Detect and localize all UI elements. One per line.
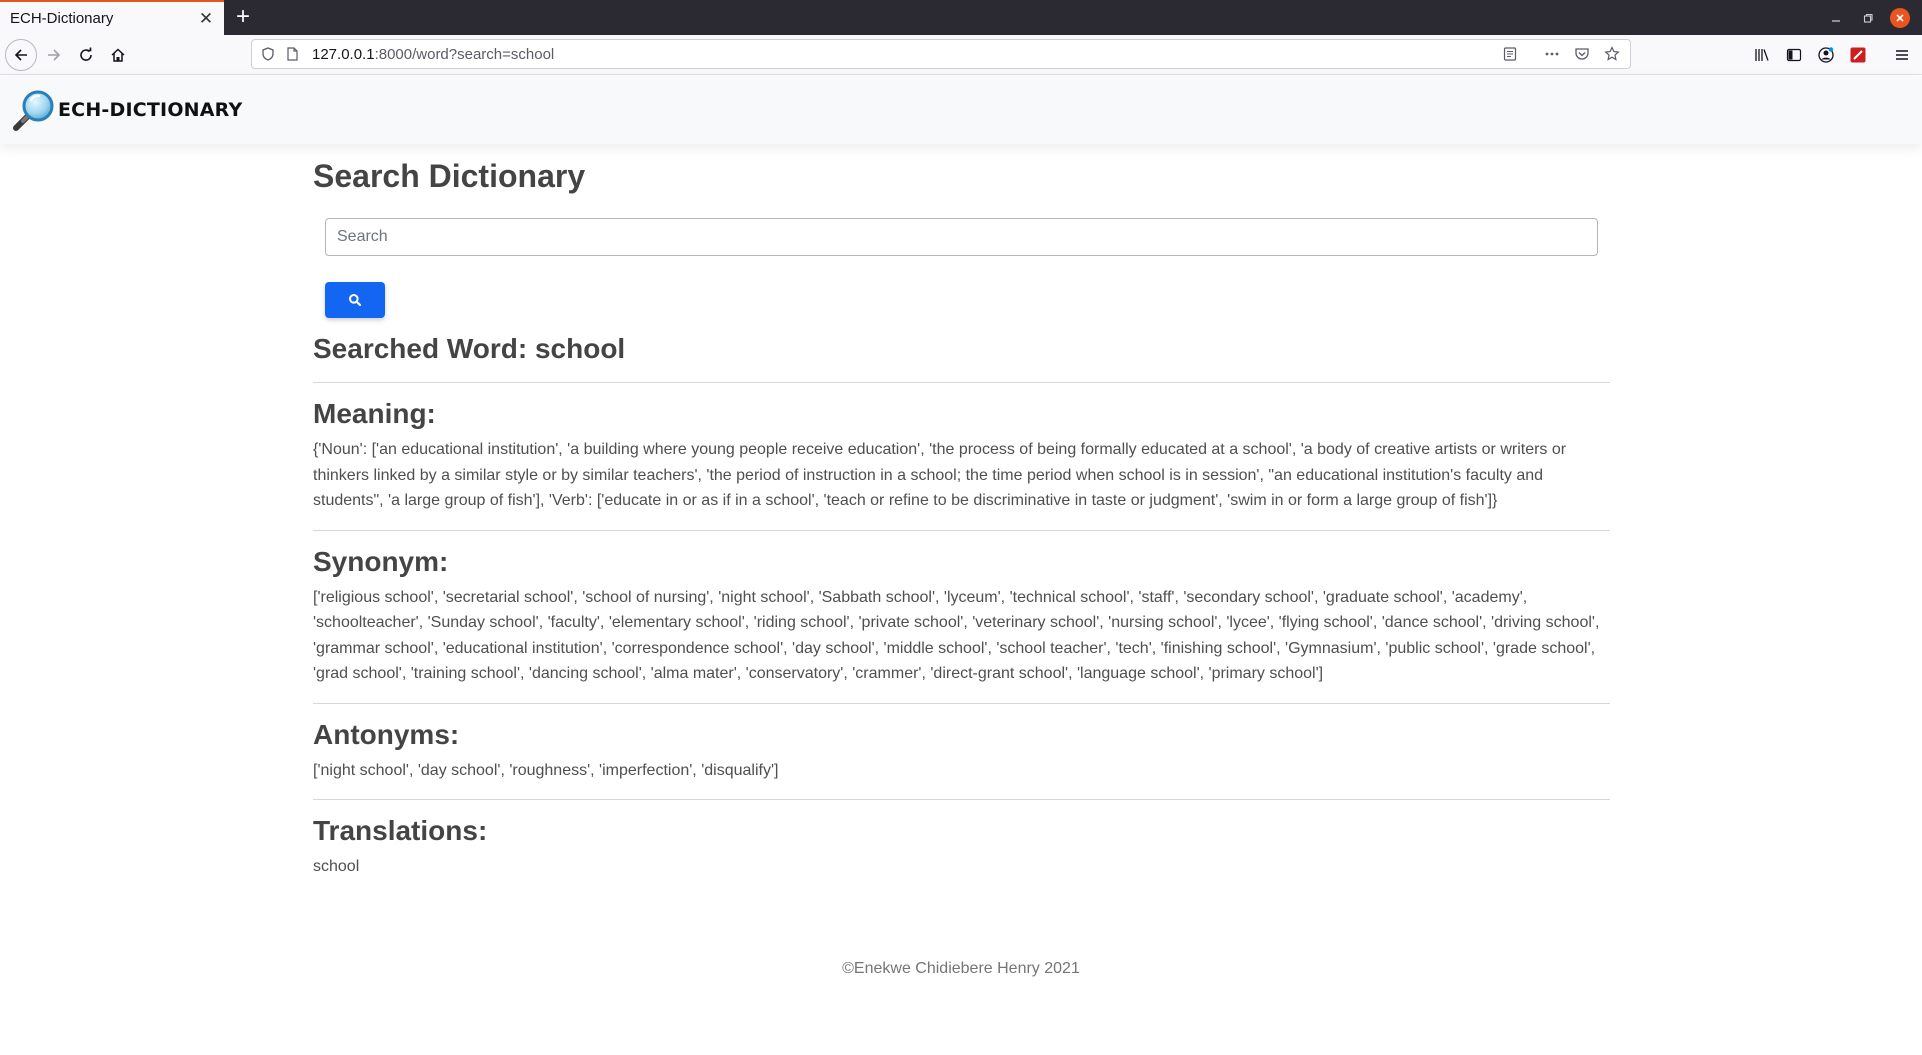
shield-icon[interactable] — [256, 42, 280, 66]
footer-copyright: ©Enekwe Chidiebere Henry 2021 — [842, 960, 1080, 977]
search-form — [313, 218, 1610, 318]
main-container: Search Dictionary Searched Word: school … — [313, 144, 1610, 896]
synonym-title: Synonym: — [313, 545, 449, 577]
page-info-icon[interactable] — [280, 42, 304, 66]
window-controls — [1820, 0, 1922, 35]
search-icon — [349, 294, 362, 307]
page-title: Search Dictionary — [313, 158, 586, 194]
meaning-text: {'Noun': ['an educational institution', … — [313, 441, 1567, 509]
translation-text: school — [313, 858, 360, 875]
tab-title: ECH-Dictionary — [10, 10, 114, 27]
bookmark-star-icon[interactable] — [1600, 42, 1624, 66]
antonym-section: Antonyms: ['night school', 'day school',… — [313, 702, 1610, 800]
home-icon[interactable] — [102, 39, 134, 71]
account-icon[interactable] — [1812, 39, 1840, 71]
tab-close-icon[interactable]: ✕ — [196, 9, 216, 29]
back-icon[interactable] — [5, 39, 37, 71]
translation-title: Translations: — [313, 815, 488, 846]
url-bar[interactable]: 127.0.0.1:8000/word?search=school — [251, 39, 1631, 69]
browser-toolbar-right — [1748, 39, 1916, 71]
restore-icon[interactable] — [1852, 0, 1884, 35]
menu-icon[interactable] — [1888, 39, 1916, 71]
new-tab-button[interactable]: + — [230, 4, 256, 30]
reader-view-icon[interactable] — [1498, 42, 1522, 66]
synonym-text: ['religious school', 'secretarial school… — [313, 588, 1600, 683]
searched-word-heading: Searched Word: school — [313, 333, 626, 364]
url-text[interactable]: 127.0.0.1:8000/word?search=school — [312, 46, 554, 63]
antonym-text: ['night school', 'day school', 'roughnes… — [313, 761, 779, 779]
antonym-title: Antonyms: — [313, 718, 460, 750]
search-input[interactable] — [325, 218, 1598, 256]
meaning-title: Meaning: — [313, 398, 436, 429]
url-actions — [1498, 42, 1624, 66]
extension-icon[interactable] — [1844, 39, 1872, 71]
forward-icon[interactable] — [38, 39, 70, 71]
search-button[interactable] — [325, 282, 385, 318]
brand-name: ECH-DICTIONARY — [58, 99, 243, 121]
url-host: 127.0.0.1 — [312, 45, 375, 63]
browser-tabstrip: ECH-Dictionary ✕ + — [0, 0, 1922, 35]
page-actions-icon[interactable] — [1540, 42, 1564, 66]
pocket-icon[interactable] — [1570, 42, 1594, 66]
window-close-icon[interactable] — [1890, 7, 1910, 28]
translation-section: Translations: school — [313, 799, 1610, 896]
browser-navbar: 127.0.0.1:8000/word?search=school — [0, 35, 1922, 75]
browser-tab[interactable]: ECH-Dictionary ✕ — [0, 0, 224, 35]
synonym-section: Synonym: ['religious school', 'secretari… — [313, 529, 1610, 703]
page-content: ECH-DICTIONARY Search Dictionary Searche… — [0, 76, 1922, 1055]
minimize-icon[interactable] — [1820, 0, 1852, 35]
url-path: :8000/word?search=school — [374, 45, 555, 63]
site-header: ECH-DICTIONARY — [0, 76, 1922, 144]
reload-icon[interactable] — [70, 39, 102, 71]
brand-link[interactable]: ECH-DICTIONARY — [12, 88, 242, 132]
sidebar-icon[interactable] — [1780, 39, 1808, 71]
meaning-section: Meaning: {'Noun': ['an educational insti… — [313, 382, 1610, 530]
magnifier-logo-icon — [13, 90, 54, 131]
library-icon[interactable] — [1748, 39, 1776, 71]
